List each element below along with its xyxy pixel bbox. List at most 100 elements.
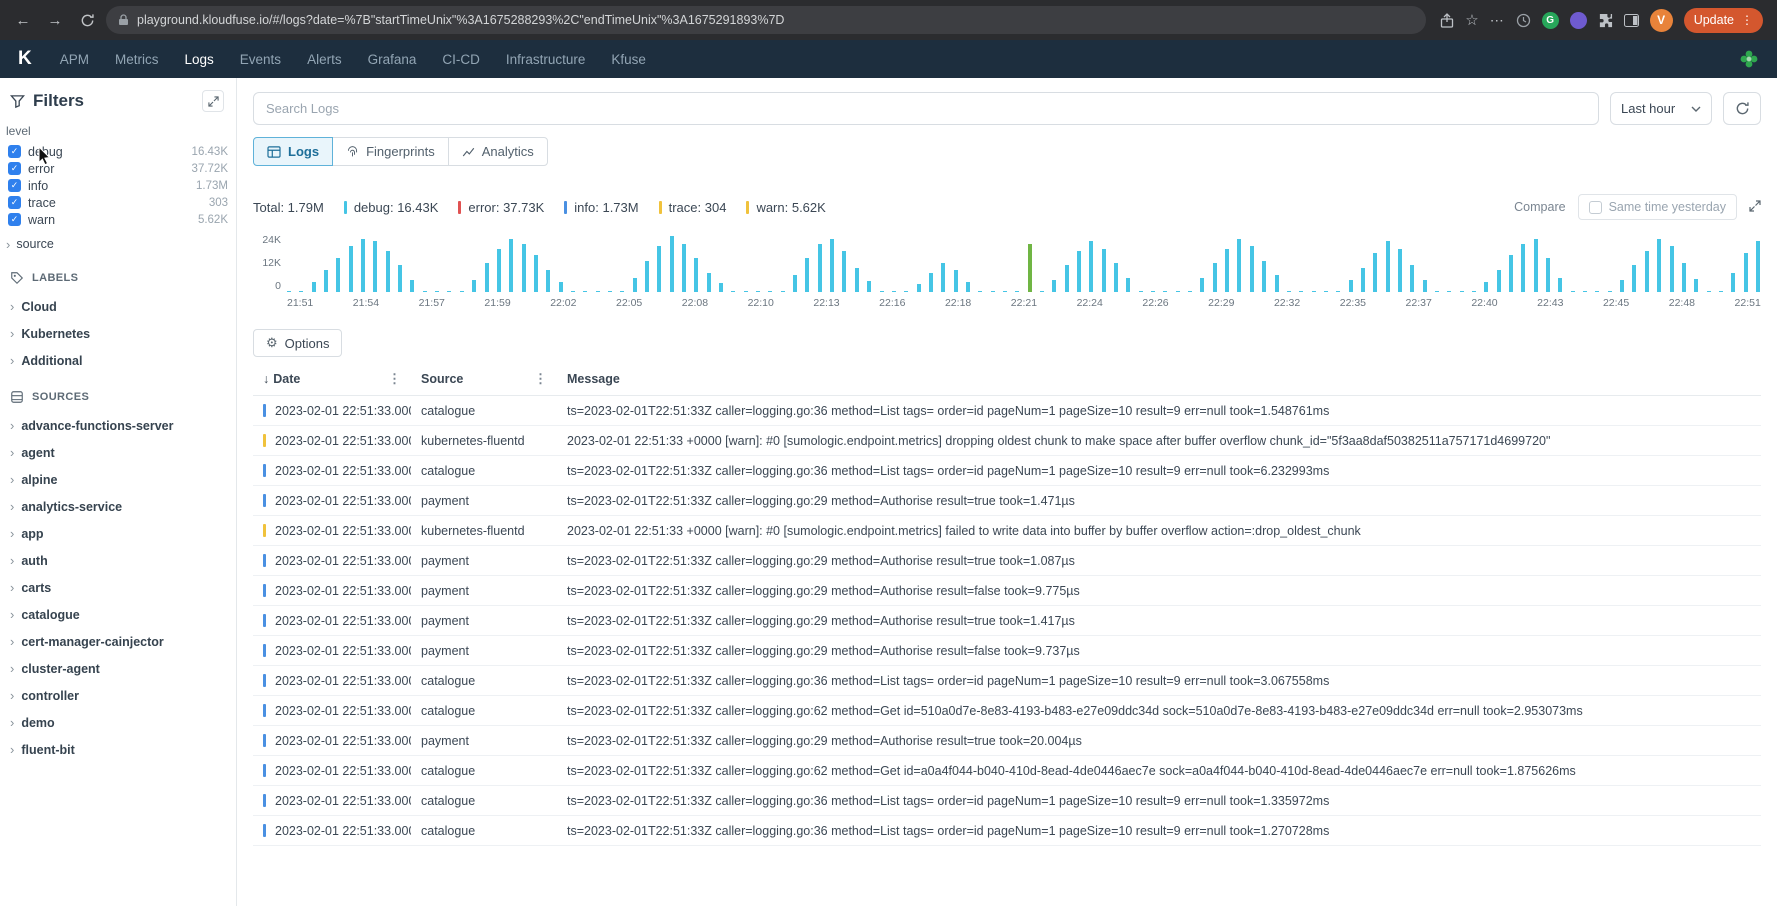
bookmark-star-icon[interactable]: ☆ bbox=[1465, 11, 1478, 29]
nav-item-logs[interactable]: Logs bbox=[185, 52, 214, 67]
table-row[interactable]: 2023-02-01 22:51:33.000 catalogue ts=202… bbox=[253, 756, 1761, 786]
chart-bar[interactable] bbox=[1595, 291, 1599, 292]
chart-bar[interactable] bbox=[435, 291, 439, 292]
chart-bar[interactable] bbox=[1521, 244, 1525, 292]
chart-bar[interactable] bbox=[818, 244, 822, 292]
chart-bar[interactable] bbox=[1336, 291, 1340, 292]
chart-bar[interactable] bbox=[299, 291, 303, 292]
chart-bar[interactable] bbox=[1349, 280, 1353, 292]
chart-bar[interactable] bbox=[1015, 291, 1019, 292]
table-row[interactable]: 2023-02-01 22:51:33.000 kubernetes-fluen… bbox=[253, 426, 1761, 456]
chart-bar[interactable] bbox=[670, 236, 674, 292]
side-panel-icon[interactable] bbox=[1624, 14, 1639, 27]
chart-bar[interactable] bbox=[546, 270, 550, 292]
share-icon[interactable] bbox=[1440, 13, 1454, 28]
sidebar-source-fluent-bit[interactable]: › fluent-bit bbox=[0, 736, 236, 763]
chart-bar[interactable] bbox=[386, 251, 390, 292]
extensions-menu-icon[interactable]: ⋯ bbox=[1490, 12, 1505, 29]
level-filter-trace[interactable]: trace 303 bbox=[0, 194, 236, 211]
puzzle-extensions-icon[interactable] bbox=[1598, 13, 1613, 28]
browser-menu-icon[interactable]: ⋮ bbox=[1741, 13, 1753, 27]
sidebar-label-cloud[interactable]: › Cloud bbox=[0, 293, 236, 320]
chart-bar[interactable] bbox=[1102, 249, 1106, 293]
chart-bar[interactable] bbox=[781, 291, 785, 292]
chart-bar[interactable] bbox=[1275, 275, 1279, 292]
nav-item-infrastructure[interactable]: Infrastructure bbox=[506, 52, 586, 67]
table-row[interactable]: 2023-02-01 22:51:33.000 catalogue ts=202… bbox=[253, 786, 1761, 816]
level-checkbox[interactable] bbox=[8, 145, 21, 158]
nav-item-ci-cd[interactable]: CI-CD bbox=[442, 52, 480, 67]
chart-bar[interactable] bbox=[880, 291, 884, 292]
table-row[interactable]: 2023-02-01 22:51:33.000 catalogue ts=202… bbox=[253, 666, 1761, 696]
chart-bar[interactable] bbox=[620, 291, 624, 292]
chart-bar[interactable] bbox=[1386, 241, 1390, 292]
sidebar-source-cert-manager-cainjector[interactable]: › cert-manager-cainjector bbox=[0, 628, 236, 655]
expand-chart-button[interactable] bbox=[1749, 200, 1761, 215]
chart-bar[interactable] bbox=[1497, 270, 1501, 292]
sidebar-source-carts[interactable]: › carts bbox=[0, 574, 236, 601]
collapse-sidebar-button[interactable] bbox=[202, 90, 224, 112]
history-clock-icon[interactable] bbox=[1516, 13, 1531, 28]
chart-bar[interactable] bbox=[1460, 291, 1464, 292]
chart-bar[interactable] bbox=[768, 291, 772, 292]
chart-bar[interactable] bbox=[929, 273, 933, 292]
compare-yesterday-toggle[interactable]: Same time yesterday bbox=[1578, 194, 1737, 220]
time-range-select[interactable]: Last hour bbox=[1610, 92, 1712, 125]
chart-bar[interactable] bbox=[559, 282, 563, 292]
sidebar-source-agent[interactable]: › agent bbox=[0, 439, 236, 466]
chart-bar[interactable] bbox=[707, 273, 711, 292]
chart-bar[interactable] bbox=[719, 283, 723, 292]
chart-bar[interactable] bbox=[941, 263, 945, 292]
table-row[interactable]: 2023-02-01 22:51:33.000 catalogue ts=202… bbox=[253, 696, 1761, 726]
level-filter-warn[interactable]: warn 5.62K bbox=[0, 211, 236, 228]
table-row[interactable]: 2023-02-01 22:51:33.000 catalogue ts=202… bbox=[253, 456, 1761, 486]
chart-bar[interactable] bbox=[1744, 253, 1748, 292]
chart-bar[interactable] bbox=[682, 244, 686, 292]
chart-bar[interactable] bbox=[287, 291, 291, 292]
chart-bar[interactable] bbox=[497, 249, 501, 293]
level-group-label[interactable]: level bbox=[0, 124, 236, 138]
chart-bar[interactable] bbox=[904, 291, 908, 292]
chart-bar[interactable] bbox=[1645, 251, 1649, 292]
chart-bar[interactable] bbox=[867, 281, 871, 292]
table-row[interactable]: 2023-02-01 22:51:33.000 payment ts=2023-… bbox=[253, 636, 1761, 666]
chart-bar[interactable] bbox=[744, 291, 748, 292]
url-bar[interactable]: playground.kloudfuse.io/#/logs?date=%7B"… bbox=[106, 6, 1426, 34]
chart-bar[interactable] bbox=[1077, 251, 1081, 292]
chart-bar[interactable] bbox=[1237, 239, 1241, 292]
search-input[interactable] bbox=[253, 92, 1599, 125]
chart-bar[interactable] bbox=[1361, 268, 1365, 292]
chart-bar[interactable] bbox=[1225, 249, 1229, 293]
chart-bar[interactable] bbox=[1188, 291, 1192, 292]
update-button[interactable]: Update ⋮ bbox=[1684, 8, 1763, 33]
kloudfuse-logo[interactable]: K bbox=[18, 48, 32, 70]
chart-bar[interactable] bbox=[1126, 278, 1130, 293]
chart-bar[interactable] bbox=[522, 244, 526, 292]
sidebar-source-controller[interactable]: › controller bbox=[0, 682, 236, 709]
chart-bar[interactable] bbox=[1200, 278, 1204, 293]
sidebar-source-auth[interactable]: › auth bbox=[0, 547, 236, 574]
chart-bar[interactable] bbox=[1089, 241, 1093, 292]
chart-bar[interactable] bbox=[1151, 291, 1155, 292]
chart-bar[interactable] bbox=[1670, 246, 1674, 292]
extension-icon[interactable] bbox=[1570, 12, 1587, 29]
chart-bar[interactable] bbox=[1620, 280, 1624, 292]
table-row[interactable]: 2023-02-01 22:51:33.000 catalogue ts=202… bbox=[253, 396, 1761, 426]
sidebar-source-analytics-service[interactable]: › analytics-service bbox=[0, 493, 236, 520]
sidebar-label-kubernetes[interactable]: › Kubernetes bbox=[0, 320, 236, 347]
chart-bar[interactable] bbox=[1373, 253, 1377, 292]
chart-bar[interactable] bbox=[447, 291, 451, 292]
level-filter-info[interactable]: info 1.73M bbox=[0, 177, 236, 194]
sidebar-source-alpine[interactable]: › alpine bbox=[0, 466, 236, 493]
chart-bar[interactable] bbox=[1546, 258, 1550, 292]
tab-fingerprints[interactable]: Fingerprints bbox=[332, 137, 449, 166]
chart-bar[interactable] bbox=[472, 280, 476, 292]
chart-bar[interactable] bbox=[312, 282, 316, 292]
nav-item-grafana[interactable]: Grafana bbox=[368, 52, 417, 67]
chart-bar[interactable] bbox=[534, 255, 538, 292]
source-group-toggle[interactable]: › source bbox=[0, 228, 236, 255]
level-filter-error[interactable]: error 37.72K bbox=[0, 160, 236, 177]
chart-bar[interactable] bbox=[694, 258, 698, 292]
chart-bar[interactable] bbox=[1472, 291, 1476, 292]
chart-bar[interactable] bbox=[1065, 265, 1069, 292]
